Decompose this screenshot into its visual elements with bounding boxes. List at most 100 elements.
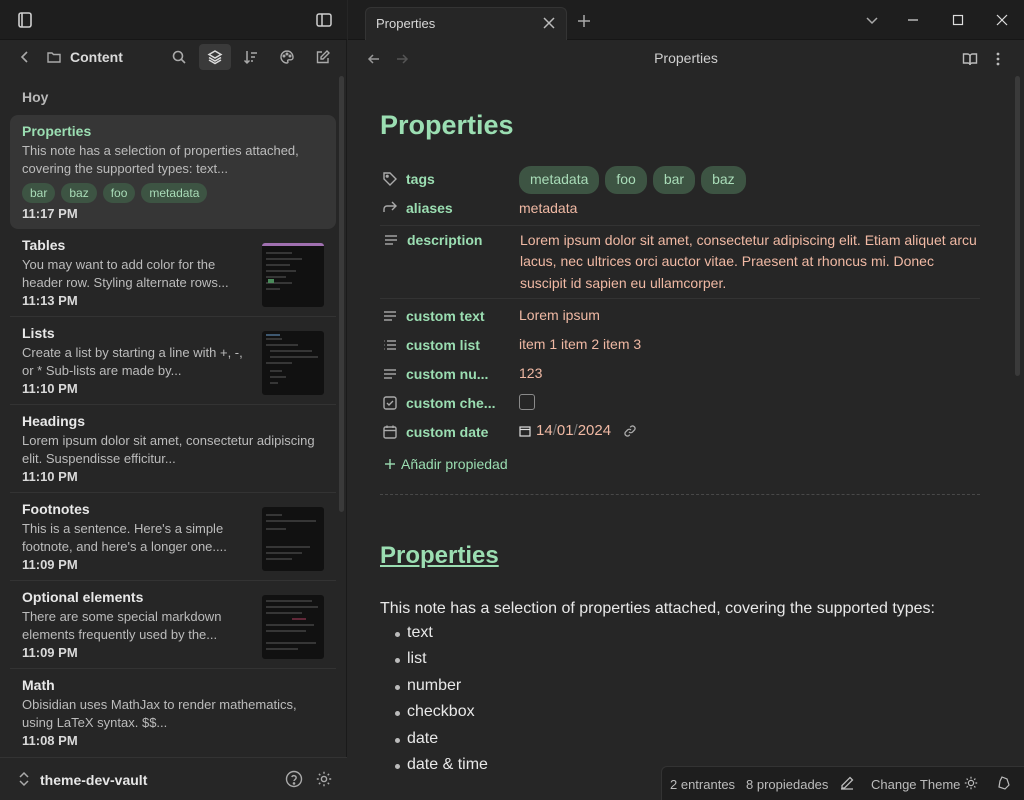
plus-icon <box>384 458 396 470</box>
tag-value[interactable]: foo <box>605 166 647 194</box>
reading-mode-book-icon[interactable] <box>961 50 979 68</box>
note-list-scrollbar[interactable] <box>339 76 344 512</box>
sun-icon[interactable] <box>964 776 978 790</box>
properties-divider <box>380 494 980 495</box>
editor-pane: Properties Properties Properties tags me… <box>348 0 1024 800</box>
tag-value[interactable]: metadata <box>519 166 600 194</box>
note-content: Properties tags metadata foo bar baz ali… <box>380 78 980 800</box>
tag-pill[interactable]: baz <box>61 183 97 203</box>
list-item-optional-elements[interactable]: Optional elements There are some special… <box>10 581 336 669</box>
calendar-icon[interactable] <box>519 425 531 437</box>
property-key-label: description <box>407 232 483 248</box>
left-sidebar: Content Hoy Properties This note has a s… <box>0 0 347 800</box>
sidebar-titlebar <box>0 0 347 40</box>
close-window-icon[interactable] <box>995 13 1009 27</box>
list-item-math[interactable]: Math Obisidian uses MathJax to render ma… <box>10 669 336 756</box>
property-key-label: custom list <box>406 336 480 353</box>
note-list: Hoy Properties This note has a selection… <box>10 80 336 756</box>
property-value[interactable]: Lorem ipsum <box>519 301 980 327</box>
layers-icon[interactable] <box>199 44 231 70</box>
palette-icon[interactable] <box>275 46 299 68</box>
tab-properties[interactable]: Properties <box>365 7 567 40</box>
property-key[interactable]: custom che... <box>380 388 519 417</box>
list-value[interactable]: item 3 <box>603 336 641 352</box>
backlinks-count[interactable]: 2 entrantes <box>670 777 735 792</box>
tab-list-chevron-icon[interactable] <box>865 13 879 27</box>
note-snippet: You may want to add color for the header… <box>22 257 229 290</box>
note-snippet: This is a sentence. Here's a simple foot… <box>22 521 227 554</box>
edit-pencil-icon[interactable] <box>840 776 854 790</box>
settings-gear-icon[interactable] <box>315 770 333 788</box>
note-thumbnail <box>262 243 324 307</box>
new-tab-plus-icon[interactable] <box>576 13 592 29</box>
chevron-updown-icon[interactable] <box>16 771 32 787</box>
property-key[interactable]: custom nu... <box>380 359 519 388</box>
link-icon[interactable] <box>623 424 637 438</box>
property-key[interactable]: custom list <box>380 330 519 359</box>
tag-pill[interactable]: metadata <box>141 183 208 203</box>
property-key[interactable]: tags <box>380 164 519 193</box>
property-key-label: custom text <box>406 307 485 324</box>
more-options-icon[interactable] <box>991 50 1005 68</box>
checkbox-square-icon <box>382 395 398 411</box>
list-value[interactable]: item 1 <box>519 336 557 352</box>
sort-icon[interactable] <box>239 46 263 68</box>
property-aliases: aliases metadata <box>380 194 980 223</box>
new-note-icon[interactable] <box>311 46 335 68</box>
list-item-properties[interactable]: Properties This note has a selection of … <box>10 115 336 229</box>
property-custom-date: custom date 14 / 01 / 2024 <box>380 417 980 446</box>
property-value[interactable]: 123 <box>519 359 980 385</box>
property-value[interactable]: metadata foo bar baz <box>519 164 980 194</box>
date-day[interactable]: 14 <box>536 420 553 442</box>
add-property-button[interactable]: Añadir propiedad <box>384 454 980 474</box>
property-key[interactable]: description <box>381 226 520 255</box>
tag-pill[interactable]: bar <box>22 183 56 203</box>
list-value[interactable]: item 2 <box>561 336 599 352</box>
property-value[interactable]: 14 / 01 / 2024 <box>519 417 980 442</box>
notebook-icon[interactable] <box>14 9 36 31</box>
property-value[interactable]: Lorem ipsum dolor sit amet, consectetur … <box>520 226 979 295</box>
list-icon <box>382 337 398 353</box>
property-value[interactable]: item 1 item 2 item 3 <box>519 330 980 356</box>
property-key[interactable]: aliases <box>380 194 519 223</box>
folder-title: Content <box>70 49 123 65</box>
maximize-icon[interactable] <box>951 13 965 27</box>
checkbox[interactable] <box>519 394 535 410</box>
date-month[interactable]: 01 <box>557 420 574 442</box>
property-custom-list: custom list item 1 item 2 item 3 <box>380 330 980 359</box>
tab-bar: Properties <box>348 0 1024 40</box>
tag-icon <box>382 171 398 187</box>
list-item-headings[interactable]: Headings Lorem ipsum dolor sit amet, con… <box>10 405 336 493</box>
property-key-label: custom che... <box>406 394 496 411</box>
sidebar-toggle-icon[interactable] <box>313 9 335 31</box>
obsidian-logo-icon[interactable] <box>997 776 1011 790</box>
property-key[interactable]: custom text <box>380 301 519 330</box>
close-tab-icon[interactable] <box>542 16 556 30</box>
back-chevron-icon[interactable] <box>13 46 37 68</box>
list-item-footnotes[interactable]: Footnotes This is a sentence. Here's a s… <box>10 493 336 581</box>
group-title: Hoy <box>22 89 49 105</box>
property-value[interactable]: metadata <box>519 194 980 220</box>
property-custom-number: custom nu... 123 <box>380 359 980 388</box>
list-item-lists[interactable]: Lists Create a list by starting a line w… <box>10 317 336 405</box>
minimize-icon[interactable] <box>906 13 920 27</box>
change-theme-button[interactable]: Change Theme <box>871 777 960 792</box>
search-icon[interactable] <box>167 46 191 68</box>
tag-value[interactable]: bar <box>652 166 696 194</box>
heading-1: Properties <box>380 542 499 569</box>
editor-scrollbar[interactable] <box>1015 76 1020 376</box>
file-navigator-header: Content <box>0 40 347 74</box>
note-snippet: There are some special markdown elements… <box>22 609 222 642</box>
text-lines-icon <box>383 232 399 248</box>
date-year[interactable]: 2024 <box>578 420 611 442</box>
tag-pill[interactable]: foo <box>102 183 136 203</box>
vault-name[interactable]: theme-dev-vault <box>40 772 147 788</box>
tag-value[interactable]: baz <box>701 166 746 194</box>
inline-title[interactable]: Properties <box>380 110 980 150</box>
note-thumbnail <box>262 331 324 395</box>
properties-count[interactable]: 8 propiedades <box>746 777 828 792</box>
property-key[interactable]: custom date <box>380 417 519 446</box>
help-icon[interactable] <box>285 770 303 788</box>
list-item-tables[interactable]: Tables You may want to add color for the… <box>10 229 336 317</box>
vault-switcher-bar: theme-dev-vault <box>0 757 347 800</box>
